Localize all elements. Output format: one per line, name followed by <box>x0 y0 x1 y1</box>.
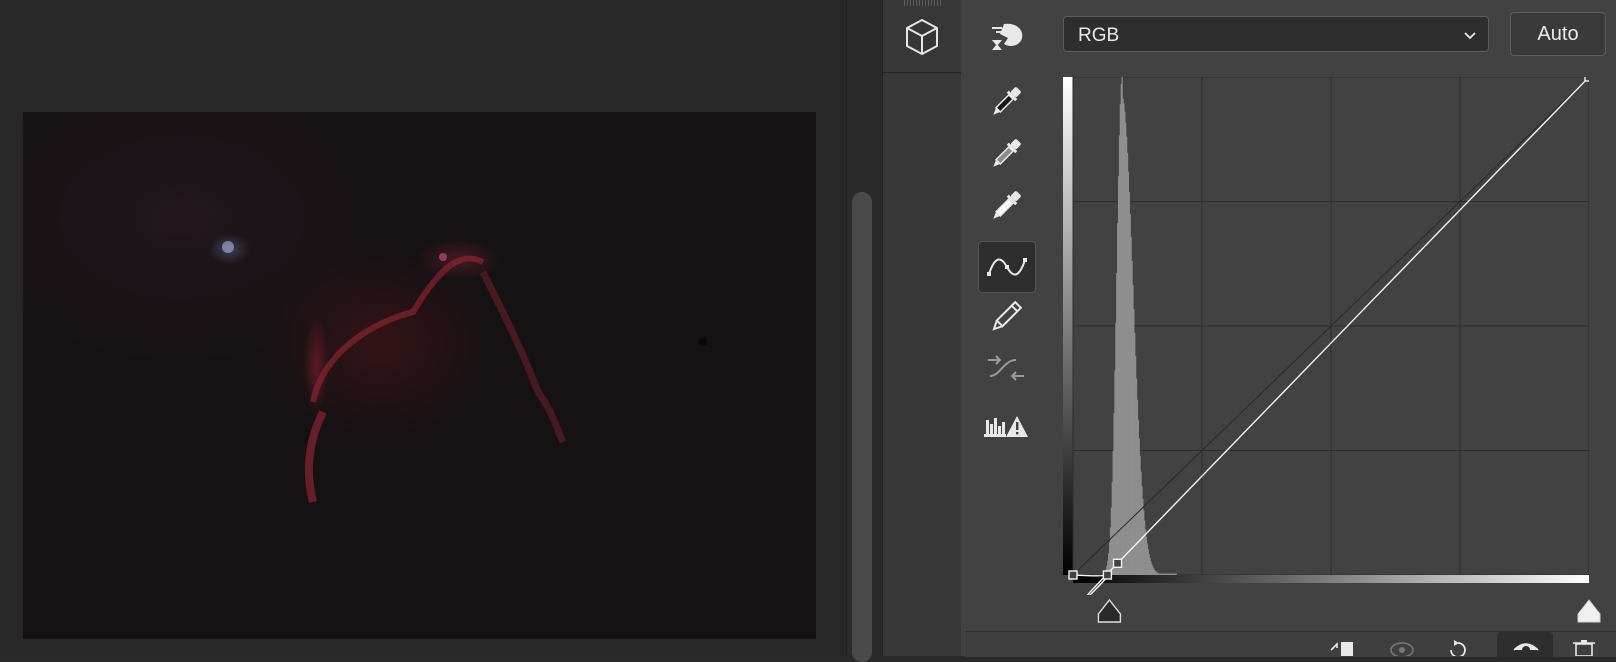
on-image-adjust-icon <box>992 23 1023 50</box>
view-previous-icon[interactable] <box>1389 640 1415 661</box>
document-canvas <box>0 0 846 656</box>
gray-point-eyedropper-button[interactable] <box>978 129 1034 179</box>
3d-panel-button[interactable] <box>883 0 961 73</box>
canvas-scrollbar-thumb[interactable] <box>852 192 872 662</box>
black-input-slider <box>1097 598 1122 623</box>
clip-to-layer-icon[interactable] <box>1329 640 1355 661</box>
curves-graph[interactable] <box>1063 72 1594 604</box>
auto-button[interactable]: Auto <box>1510 12 1606 56</box>
clipping-warning-button[interactable] <box>978 402 1034 452</box>
white-input-slider <box>1577 599 1601 623</box>
reset-icon[interactable] <box>1445 640 1471 661</box>
delete-icon[interactable] <box>1572 640 1598 661</box>
black-point-eyedropper-button[interactable] <box>978 77 1034 127</box>
panel-bottom-bar <box>965 631 1616 658</box>
clipping-warning-icon <box>984 416 1028 437</box>
cube-icon <box>906 19 938 55</box>
input-sliders <box>1097 598 1601 623</box>
nebula-detail <box>222 241 707 503</box>
smooth-curve-icon <box>988 355 1024 381</box>
curve-point-1 <box>1102 570 1113 580</box>
curves-graph-svg <box>1063 72 1594 604</box>
black-point-eyedropper-icon <box>993 87 1021 115</box>
curve-points-button[interactable] <box>978 241 1036 293</box>
toggle-visibility-icon <box>1513 640 1539 661</box>
white-point-eyedropper-button[interactable] <box>978 181 1034 231</box>
curve-point-2 <box>1112 558 1123 568</box>
pencil-draw-button[interactable] <box>978 292 1034 342</box>
curve-point-0 <box>1068 570 1078 580</box>
input-gradient-bar <box>1073 575 1589 583</box>
output-gradient-bar <box>1063 77 1073 575</box>
smooth-curve-button[interactable] <box>978 344 1034 394</box>
white-point-eyedropper-icon <box>993 191 1021 219</box>
astro-photo[interactable] <box>23 112 816 639</box>
on-image-adjust-button[interactable] <box>978 10 1034 60</box>
gray-point-eyedropper-icon <box>993 139 1021 167</box>
curve-point-3 <box>1584 72 1594 82</box>
histogram-bar <box>1175 573 1177 575</box>
chevron-down-icon <box>1462 27 1478 48</box>
channel-select-value: RGB <box>1078 25 1120 46</box>
pencil-draw-icon <box>992 300 1023 331</box>
channel-select[interactable]: RGB <box>1063 16 1489 52</box>
panel-dock-strip <box>882 0 962 656</box>
curve-points-icon <box>987 258 1027 276</box>
